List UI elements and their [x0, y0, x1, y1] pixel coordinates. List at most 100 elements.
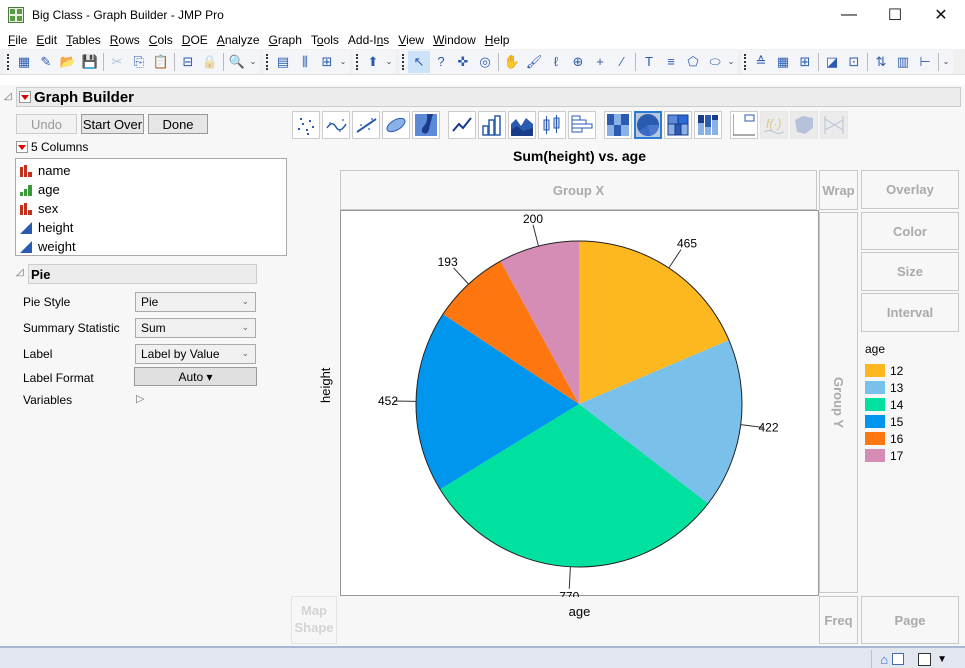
row-state-icon[interactable]: ≙ — [750, 51, 772, 73]
open-icon[interactable]: 📂 — [57, 51, 79, 73]
hand-icon[interactable]: ✋ — [501, 51, 523, 73]
select-summary-statistic[interactable]: Sum ⌄ — [135, 318, 256, 338]
journal-icon[interactable]: ⊟ — [177, 51, 199, 73]
collapse-icon[interactable]: ◿ — [16, 267, 24, 278]
size-zone[interactable]: Size — [861, 252, 959, 291]
polygon-icon[interactable]: ⬠ — [682, 51, 704, 73]
toolbar-overflow-icon[interactable]: ⌄ — [941, 57, 951, 66]
ellipse-icon[interactable]: ⬭ — [704, 51, 726, 73]
toolbar-grip[interactable] — [356, 53, 359, 70]
graph-type-ellipse-icon[interactable] — [382, 111, 410, 139]
legend-item[interactable]: 13 — [865, 379, 903, 396]
collapse-icon[interactable]: ◿ — [4, 91, 12, 102]
data-table-icon[interactable] — [892, 653, 905, 665]
graph-type-histogram-icon[interactable] — [568, 111, 596, 139]
minimize-icon[interactable]: — — [826, 0, 872, 30]
menu-window[interactable]: Window — [429, 33, 480, 47]
legend-item[interactable]: 14 — [865, 396, 903, 413]
select-label[interactable]: Label by Value ⌄ — [135, 344, 256, 364]
column-icon[interactable]: ⫼ — [294, 51, 316, 73]
legend-item[interactable]: 15 — [865, 413, 903, 430]
paste-icon[interactable]: 📋 — [150, 51, 172, 73]
ruler-icon[interactable]: ⁄ — [611, 51, 633, 73]
columns-viewer-icon[interactable]: ▥ — [892, 51, 914, 73]
save-icon[interactable]: 💾 — [79, 51, 101, 73]
search-icon[interactable]: 🔍 — [226, 51, 248, 73]
graph-type-line-icon[interactable] — [448, 111, 476, 139]
graph-type-caption-box-icon[interactable] — [730, 111, 758, 139]
add-chart-icon[interactable]: ⊞ — [316, 51, 338, 73]
plus-icon[interactable]: + — [589, 51, 611, 73]
column-item[interactable]: height — [16, 218, 286, 237]
group-x-zone[interactable]: Group X — [340, 170, 817, 210]
lines-icon[interactable]: ≡ — [660, 51, 682, 73]
dropdown-arrow-icon[interactable]: ▼ — [937, 654, 947, 665]
column-item[interactable]: name — [16, 161, 286, 180]
column-item[interactable]: weight — [16, 237, 286, 256]
wrap-zone[interactable]: Wrap — [819, 170, 858, 210]
column-item[interactable]: age — [16, 180, 286, 199]
cut-icon[interactable]: ✂ — [106, 51, 128, 73]
new-script-icon[interactable]: ✎ — [35, 51, 57, 73]
lasso-icon[interactable]: ℓ — [545, 51, 567, 73]
menu-help[interactable]: Help — [481, 33, 514, 47]
legend-item[interactable]: 17 — [865, 447, 903, 464]
y-axis-label[interactable]: height — [318, 368, 333, 403]
legend[interactable]: age 12 13 14 15 16 17 — [865, 342, 903, 464]
toolbar-grip[interactable] — [744, 53, 747, 70]
x-axis-label[interactable]: age — [340, 604, 819, 619]
interval-zone[interactable]: Interval — [861, 293, 959, 332]
numbers-icon[interactable]: ⊞ — [794, 51, 816, 73]
arrow-icon[interactable]: ↖ — [408, 50, 430, 73]
color-zone[interactable]: Color — [861, 212, 959, 250]
graph-type-smoother-icon[interactable] — [322, 111, 350, 139]
toolbar-grip[interactable] — [7, 53, 10, 70]
home-icon[interactable]: ⌂ — [880, 652, 888, 667]
map-shape-zone[interactable]: Map Shape — [291, 596, 337, 644]
crosshair-icon[interactable]: ✜ — [452, 51, 474, 73]
undo-button[interactable]: Undo — [16, 114, 77, 134]
brush-icon[interactable]: 🖌 — [523, 51, 545, 73]
toolbar-grip[interactable] — [266, 53, 269, 70]
freq-zone[interactable]: Freq — [819, 596, 858, 644]
menu-tables[interactable]: Tables — [62, 33, 105, 47]
graph-type-heatmap-icon[interactable] — [604, 111, 632, 139]
graph-type-contour-icon[interactable] — [412, 111, 440, 139]
overlay-zone[interactable]: Overlay — [861, 170, 959, 209]
graph-type-treemap-icon[interactable] — [664, 111, 692, 139]
sort-icon[interactable]: ⇅ — [870, 51, 892, 73]
menu-view[interactable]: View — [394, 33, 428, 47]
graph-type-pie-icon[interactable] — [634, 111, 662, 139]
red-triangle-menu-icon[interactable] — [19, 91, 31, 103]
menu-tools[interactable]: Tools — [307, 33, 343, 47]
copy-icon[interactable]: ⎘ — [128, 51, 150, 73]
graph-type-line-of-fit-icon[interactable] — [352, 111, 380, 139]
menu-graph[interactable]: Graph — [265, 33, 306, 47]
upload-icon[interactable]: ⬆ — [362, 51, 384, 73]
toolbar-overflow-icon[interactable]: ⌄ — [248, 57, 258, 66]
start-over-button[interactable]: Start Over — [81, 114, 144, 134]
menu-edit[interactable]: Edit — [32, 33, 61, 47]
menu-doe[interactable]: DOE — [178, 33, 212, 47]
graph-type-points-icon[interactable] — [292, 111, 320, 139]
menu-cols[interactable]: Cols — [145, 33, 177, 47]
page-zone[interactable]: Page — [861, 596, 959, 644]
toolbar-overflow-icon[interactable]: ⌄ — [384, 57, 394, 66]
target-icon[interactable]: ◎ — [474, 51, 496, 73]
group-y-zone[interactable]: Group Y — [819, 212, 858, 593]
graph-type-bar-icon[interactable] — [478, 111, 506, 139]
toolbar-overflow-icon[interactable]: ⌄ — [726, 57, 736, 66]
legend-item[interactable]: 12 — [865, 362, 903, 379]
plot-area[interactable]: 465 422 770 452 193 200 — [340, 210, 819, 604]
text-icon[interactable]: T — [638, 51, 660, 73]
graph-type-mosaic-icon[interactable] — [694, 111, 722, 139]
menu-addins[interactable]: Add-Ins — [344, 33, 393, 47]
legend-item[interactable]: 16 — [865, 430, 903, 447]
graph-type-box-plot-icon[interactable] — [538, 111, 566, 139]
new-data-table-icon[interactable]: ▦ — [13, 51, 35, 73]
tree-icon[interactable]: ⊢ — [914, 51, 936, 73]
window-square-icon[interactable] — [918, 652, 932, 666]
done-button[interactable]: Done — [148, 114, 208, 134]
data-table-icon[interactable]: ▤ — [272, 51, 294, 73]
menu-analyze[interactable]: Analyze — [213, 33, 264, 47]
